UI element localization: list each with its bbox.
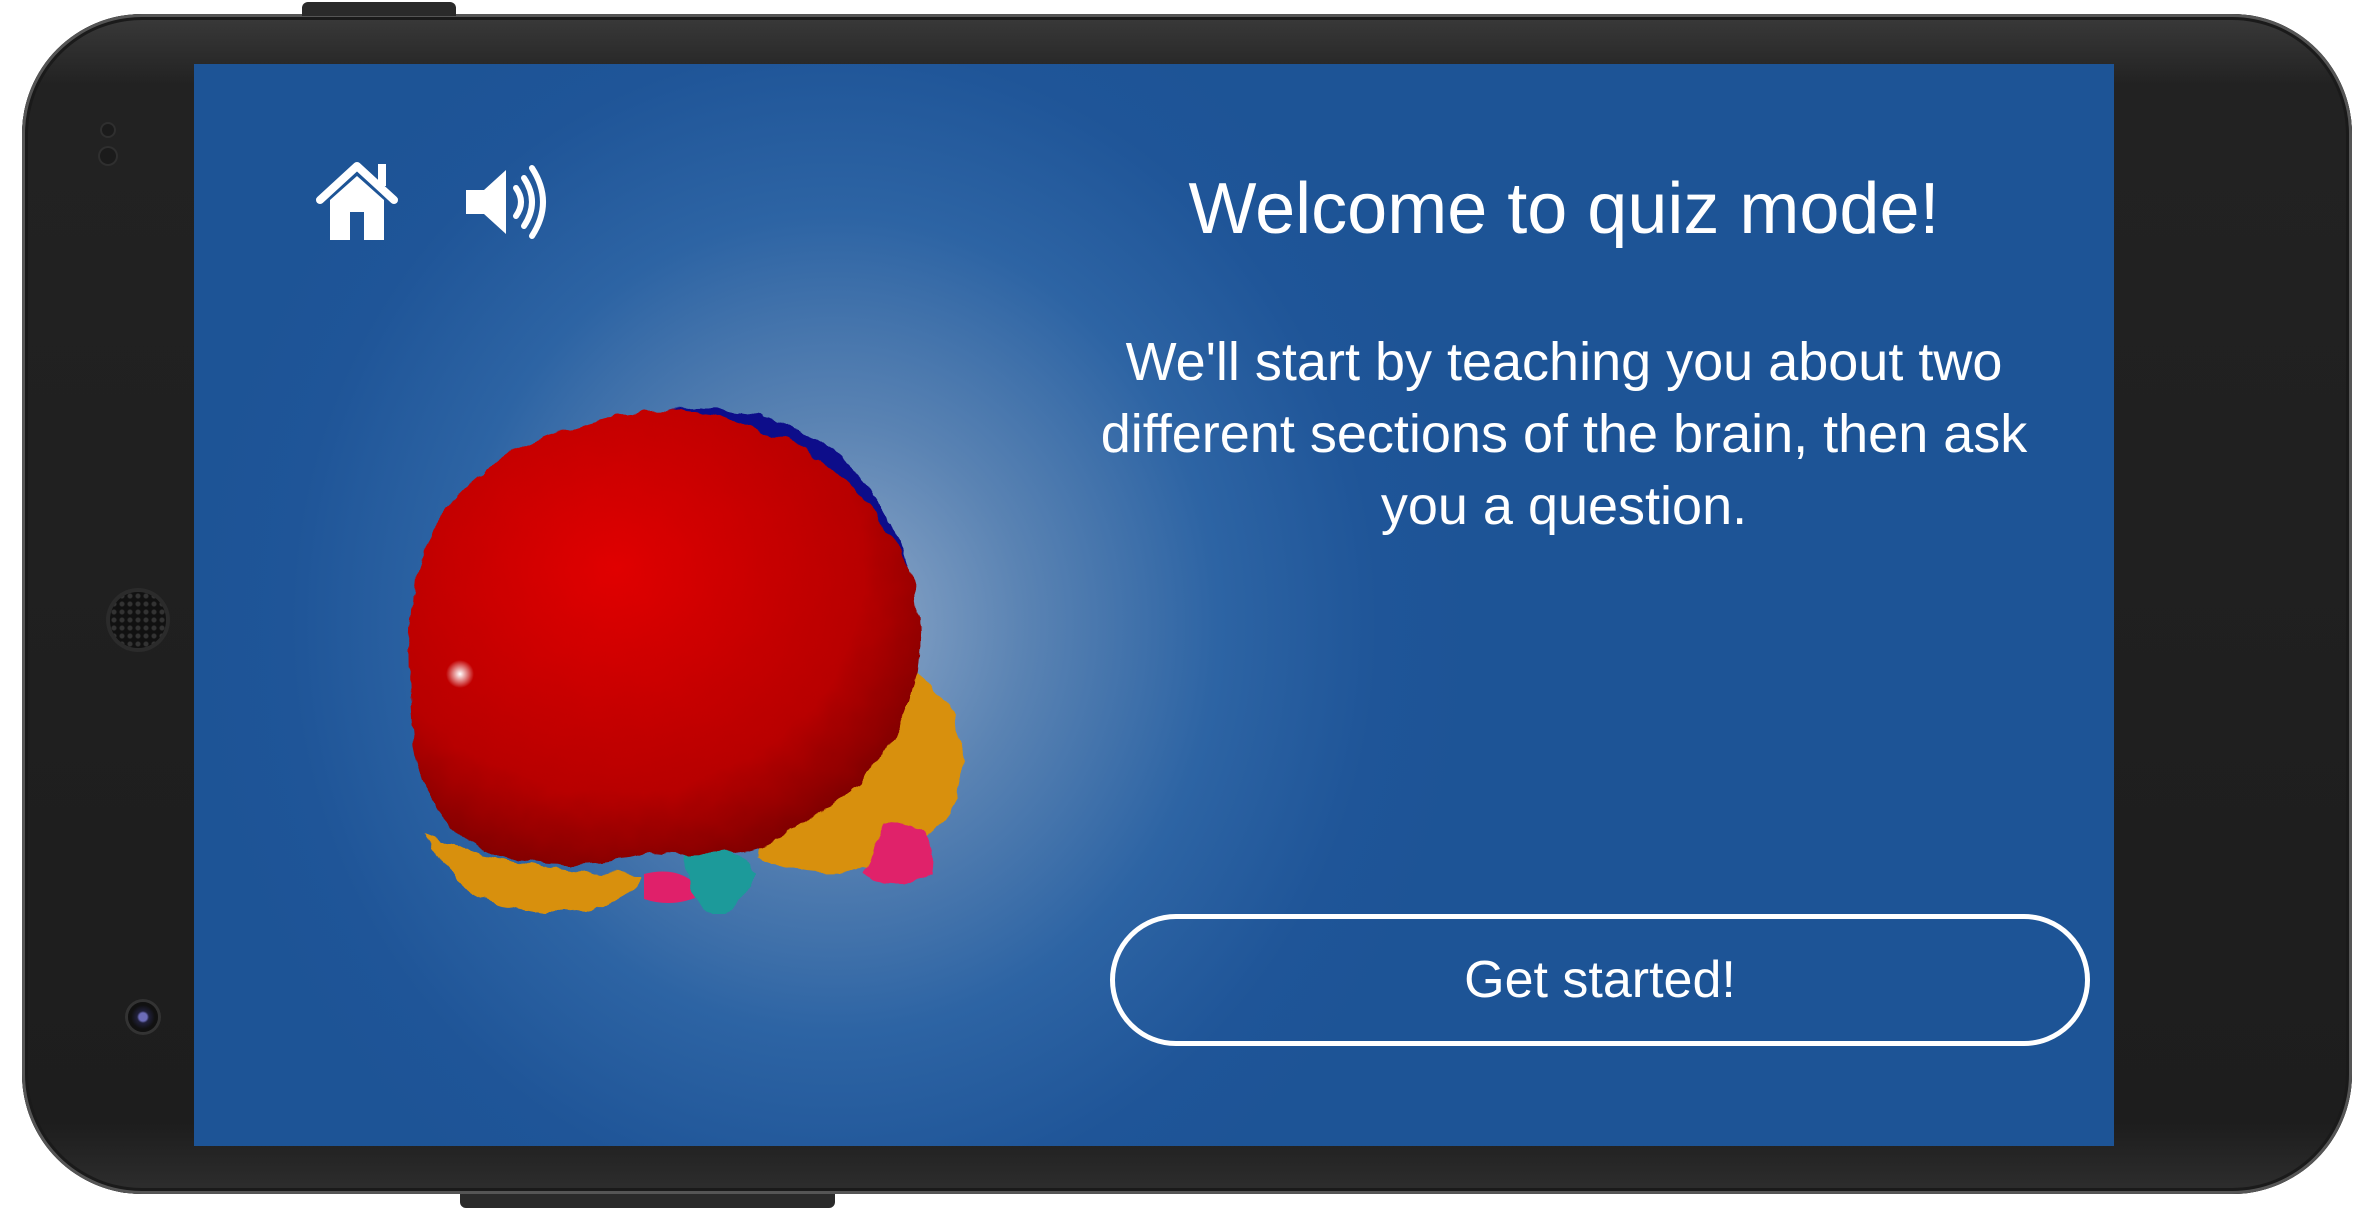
app-screen: Welcome to quiz mode! We'll start by tea… xyxy=(194,64,2114,1146)
brain-region-brainstem xyxy=(684,847,754,914)
front-camera xyxy=(128,1002,158,1032)
power-button xyxy=(302,2,456,16)
volume-rocker xyxy=(460,1194,835,1208)
home-icon[interactable] xyxy=(312,156,402,246)
get-started-button[interactable]: Get started! xyxy=(1110,914,2090,1046)
brain-region-frontal-parietal xyxy=(409,411,920,864)
quiz-intro-panel: Welcome to quiz mode! We'll start by tea… xyxy=(1054,64,2090,1146)
brain-3d-model[interactable] xyxy=(324,354,994,914)
intro-text: We'll start by teaching you about two di… xyxy=(1100,332,2028,536)
proximity-sensor xyxy=(102,124,114,136)
light-sensor xyxy=(100,148,116,164)
speaker-volume-icon[interactable] xyxy=(462,160,558,244)
page-title: Welcome to quiz mode! xyxy=(1188,169,1940,249)
earpiece-speaker xyxy=(110,592,166,648)
